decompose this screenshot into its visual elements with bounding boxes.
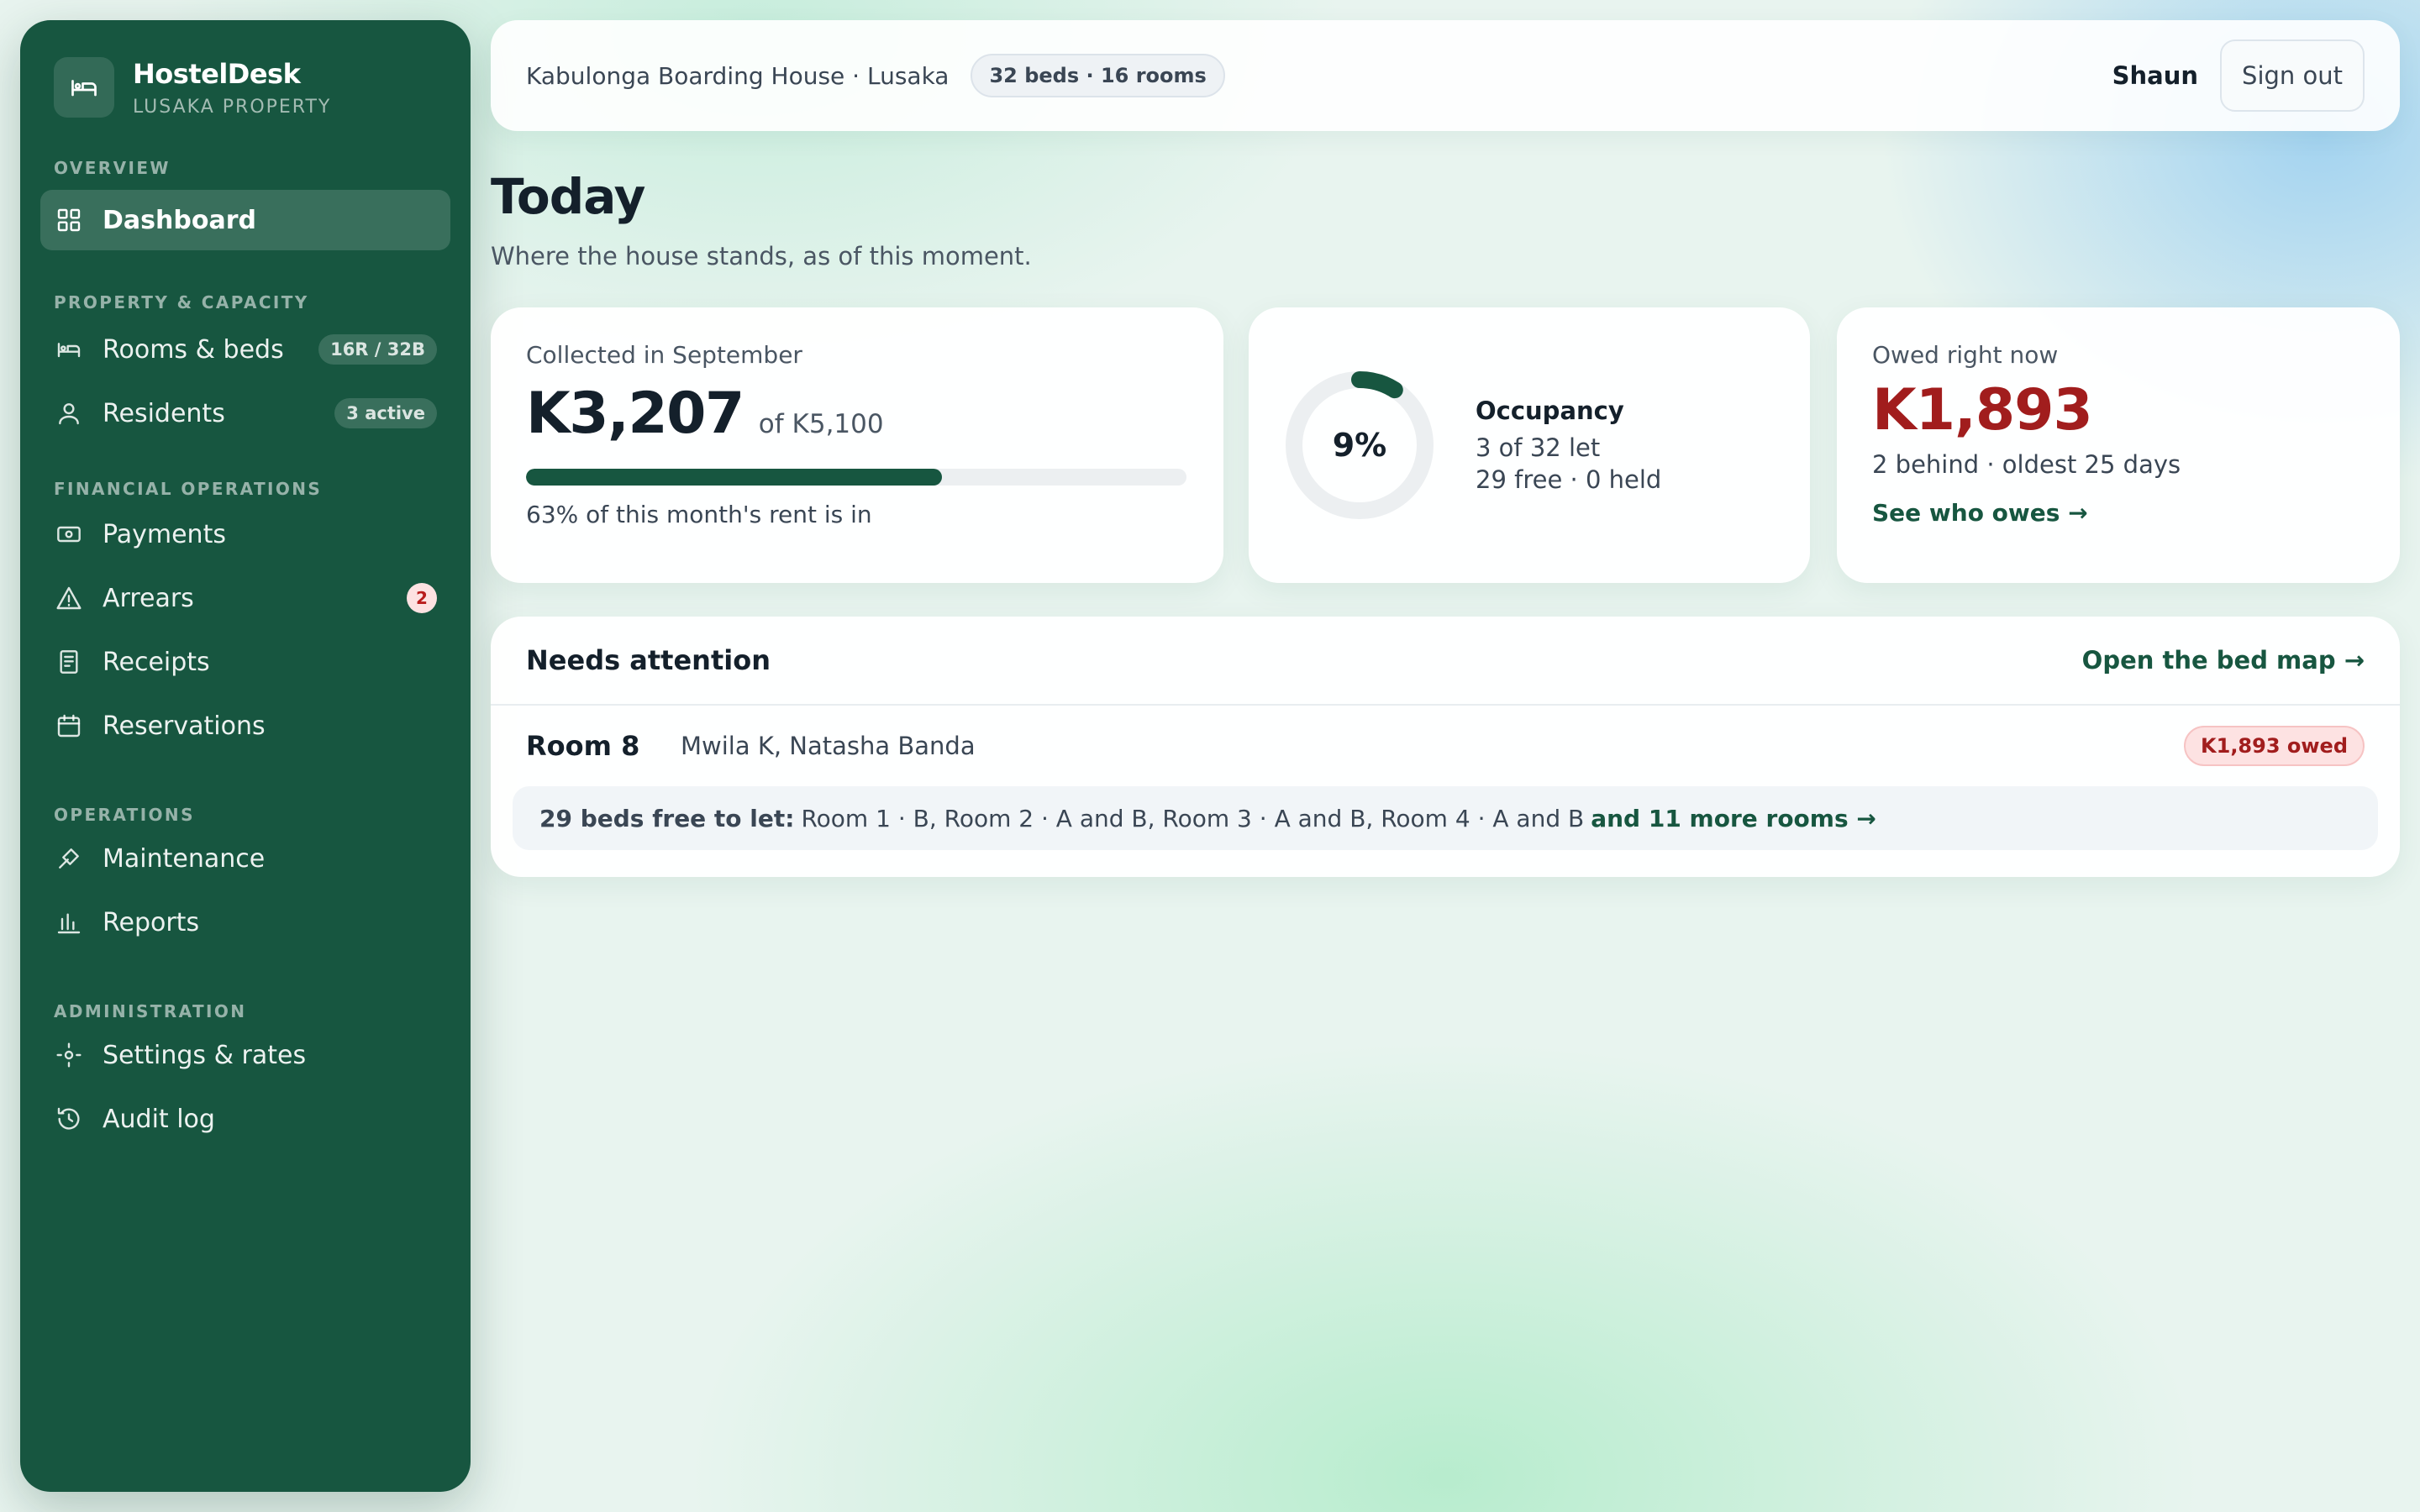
open-bed-map-link[interactable]: Open the bed map → — [2082, 646, 2365, 675]
occupancy-free: 29 free · 0 held — [1476, 465, 1662, 494]
sidebar-item-audit-log[interactable]: Audit log — [40, 1089, 450, 1149]
nav-section-administration: ADMINISTRATION — [54, 1001, 247, 1021]
bar-chart-icon — [54, 907, 84, 937]
sidebar-item-arrears[interactable]: Arrears 2 — [40, 568, 450, 628]
sidebar-item-receipts[interactable]: Receipts — [40, 632, 450, 692]
property-name: Kabulonga Boarding House · Lusaka — [526, 61, 950, 90]
brand-subtitle: LUSAKA PROPERTY — [133, 96, 332, 118]
top-bar: Kabulonga Boarding House · Lusaka 32 bed… — [491, 20, 2400, 131]
nav-section-overview: OVERVIEW — [54, 158, 171, 178]
sidebar-item-label: Settings & rates — [103, 1040, 307, 1070]
collection-progress-fill — [526, 469, 943, 486]
sidebar-item-label: Residents — [103, 398, 225, 428]
user-icon — [54, 398, 84, 428]
occupancy-donut: 9% — [1284, 370, 1435, 521]
sidebar-item-label: Receipts — [103, 647, 210, 677]
history-icon — [54, 1104, 84, 1134]
brand[interactable]: HostelDesk LUSAKA PROPERTY — [40, 57, 450, 118]
sidebar: HostelDesk LUSAKA PROPERTY OVERVIEW Dash… — [20, 20, 471, 1492]
free-beds-strip: 29 beds free to let: Room 1 · B, Room 2 … — [513, 786, 2378, 850]
receipt-icon — [54, 647, 84, 677]
collection-progress-bar — [526, 469, 1186, 486]
collected-card: Collected in September K3,207 of K5,100 … — [491, 307, 1223, 583]
sidebar-item-label: Reports — [103, 907, 200, 937]
sidebar-item-settings[interactable]: Settings & rates — [40, 1025, 450, 1085]
sidebar-item-label: Audit log — [103, 1104, 215, 1134]
sidebar-item-label: Payments — [103, 519, 226, 549]
collected-target: of K5,100 — [758, 409, 884, 439]
user-name[interactable]: Shaun — [2112, 61, 2198, 90]
residents-count-pill: 3 active — [334, 398, 437, 428]
calendar-icon — [54, 711, 84, 741]
sidebar-item-residents[interactable]: Residents 3 active — [40, 383, 450, 444]
occupancy-let: 3 of 32 let — [1476, 433, 1601, 462]
sidebar-item-label: Reservations — [103, 711, 266, 741]
sidebar-item-rooms-beds[interactable]: Rooms & beds 16R / 32B — [40, 319, 450, 380]
see-who-owes-link[interactable]: See who owes → — [1872, 499, 2088, 527]
collection-progress-note: 63% of this month's rent is in — [526, 501, 872, 528]
sidebar-item-label: Arrears — [103, 583, 194, 613]
nav-section-operations: OPERATIONS — [54, 805, 195, 825]
warning-icon — [54, 583, 84, 613]
sidebar-item-reports[interactable]: Reports — [40, 892, 450, 953]
needs-attention-title: Needs attention — [526, 644, 771, 676]
bed-icon — [54, 57, 114, 118]
attention-residents: Mwila K, Natasha Banda — [681, 732, 976, 760]
bed-icon — [54, 334, 84, 365]
nav-section-property: PROPERTY & CAPACITY — [54, 292, 309, 312]
more-rooms-link[interactable]: and 11 more rooms → — [1591, 805, 1876, 832]
grid-icon — [54, 205, 84, 235]
owed-summary: 2 behind · oldest 25 days — [1872, 450, 2181, 479]
occupancy-title: Occupancy — [1476, 396, 1624, 425]
collected-label: Collected in September — [526, 341, 802, 369]
page-subtitle: Where the house stands, as of this momen… — [491, 242, 1032, 270]
sidebar-item-dashboard[interactable]: Dashboard — [40, 190, 450, 250]
free-beds-list: Room 1 · B, Room 2 · A and B, Room 3 · A… — [801, 804, 1585, 832]
sidebar-item-reservations[interactable]: Reservations — [40, 696, 450, 756]
occupancy-percent: 9% — [1332, 427, 1387, 464]
owed-label: Owed right now — [1872, 341, 2059, 369]
sidebar-item-label: Dashboard — [103, 205, 256, 235]
brand-name: HostelDesk — [133, 57, 301, 90]
needs-attention-card: Needs attention Open the bed map → Room … — [491, 617, 2400, 877]
occupancy-card: 9% Occupancy 3 of 32 let 29 free · 0 hel… — [1249, 307, 1810, 583]
collected-amount: K3,207 — [526, 381, 744, 447]
sidebar-item-label: Rooms & beds — [103, 334, 284, 365]
settings-icon — [54, 1040, 84, 1070]
free-beds-lead: 29 beds free to let: — [539, 804, 795, 832]
sidebar-item-maintenance[interactable]: Maintenance — [40, 828, 450, 889]
owed-card: Owed right now K1,893 2 behind · oldest … — [1837, 307, 2400, 583]
attention-row[interactable]: Room 8 Mwila K, Natasha Banda K1,893 owe… — [491, 706, 2400, 786]
sign-out-button[interactable]: Sign out — [2220, 39, 2365, 112]
owed-amount: K1,893 — [1872, 377, 2093, 444]
arrears-count-badge: 2 — [407, 583, 437, 613]
rooms-count-pill: 16R / 32B — [318, 334, 437, 365]
owed-status-badge: K1,893 owed — [2184, 726, 2365, 766]
capacity-chip: 32 beds · 16 rooms — [971, 54, 1225, 97]
sidebar-item-label: Maintenance — [103, 843, 266, 874]
attention-room: Room 8 — [526, 730, 640, 762]
sidebar-item-payments[interactable]: Payments — [40, 504, 450, 564]
cash-icon — [54, 519, 84, 549]
page-title: Today — [491, 168, 645, 225]
wrench-icon — [54, 843, 84, 874]
nav-section-financial: FINANCIAL OPERATIONS — [54, 479, 323, 499]
